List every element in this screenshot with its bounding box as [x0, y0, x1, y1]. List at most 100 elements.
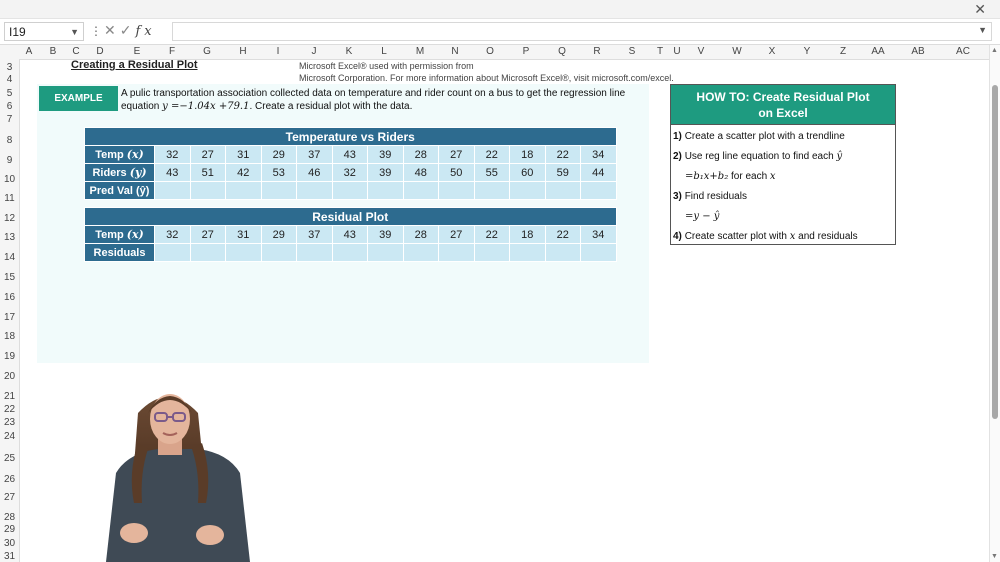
row-header[interactable]: 17: [0, 312, 19, 323]
column-header[interactable]: AB: [906, 45, 930, 59]
column-header[interactable]: V: [689, 45, 713, 59]
residual-cell[interactable]: [225, 243, 262, 262]
column-header[interactable]: F: [160, 45, 184, 59]
residual-cell[interactable]: [438, 243, 475, 262]
column-header[interactable]: X: [760, 45, 784, 59]
riders-cell[interactable]: 50: [438, 163, 475, 182]
column-header[interactable]: H: [231, 45, 255, 59]
name-box[interactable]: I19 ▼: [4, 22, 84, 41]
temp-cell[interactable]: 18: [509, 145, 546, 164]
temp-cell[interactable]: 43: [331, 145, 368, 164]
temp-cell[interactable]: 27: [438, 145, 475, 164]
temp-cell[interactable]: 22: [473, 145, 510, 164]
temp-cell[interactable]: 39: [367, 145, 404, 164]
row-header[interactable]: 25: [0, 453, 19, 464]
column-header[interactable]: M: [408, 45, 432, 59]
temp-cell[interactable]: 34: [580, 145, 617, 164]
cancel-icon[interactable]: ✕: [104, 22, 120, 38]
pred-cell[interactable]: [296, 181, 333, 200]
formula-input[interactable]: ▼: [172, 22, 992, 41]
column-header[interactable]: G: [195, 45, 219, 59]
row-header[interactable]: 5: [0, 88, 19, 99]
column-header[interactable]: O: [478, 45, 502, 59]
riders-cell[interactable]: 42: [225, 163, 262, 182]
temp-cell[interactable]: 28: [402, 145, 439, 164]
pred-cell[interactable]: [154, 181, 191, 200]
column-header[interactable]: U: [665, 45, 689, 59]
temp-cell[interactable]: 28: [402, 225, 439, 244]
row-header[interactable]: 31: [0, 551, 19, 562]
temp-cell[interactable]: 37: [296, 145, 333, 164]
row-header[interactable]: 14: [0, 252, 19, 263]
riders-cell[interactable]: 51: [189, 163, 226, 182]
row-header[interactable]: 7: [0, 114, 19, 125]
residual-cell[interactable]: [331, 243, 368, 262]
riders-cell[interactable]: 55: [473, 163, 510, 182]
column-header[interactable]: A: [17, 45, 41, 59]
column-header[interactable]: B: [41, 45, 65, 59]
vertical-scrollbar[interactable]: ▲ ▼: [989, 45, 1000, 562]
scroll-up-icon[interactable]: ▲: [991, 47, 998, 54]
row-header[interactable]: 28: [0, 512, 19, 523]
temp-cell[interactable]: 27: [189, 225, 226, 244]
riders-cell[interactable]: 48: [402, 163, 439, 182]
confirm-icon[interactable]: ✓: [120, 22, 136, 38]
pred-cell[interactable]: [509, 181, 546, 200]
pred-cell[interactable]: [331, 181, 368, 200]
row-header[interactable]: 27: [0, 492, 19, 503]
row-header[interactable]: 16: [0, 292, 19, 303]
residual-cell[interactable]: [544, 243, 581, 262]
temp-cell[interactable]: 29: [260, 145, 297, 164]
temp-cell[interactable]: 22: [473, 225, 510, 244]
riders-cell[interactable]: 46: [296, 163, 333, 182]
pred-cell[interactable]: [367, 181, 404, 200]
row-header[interactable]: 19: [0, 351, 19, 362]
expand-formula-icon[interactable]: ▼: [978, 25, 987, 35]
row-header[interactable]: 8: [0, 135, 19, 146]
temp-cell[interactable]: 27: [438, 225, 475, 244]
column-header[interactable]: AC: [951, 45, 975, 59]
column-header[interactable]: R: [585, 45, 609, 59]
row-header[interactable]: 4: [0, 74, 19, 85]
scrollbar-thumb[interactable]: [992, 85, 998, 419]
column-header[interactable]: W: [725, 45, 749, 59]
residual-cell[interactable]: [473, 243, 510, 262]
column-header[interactable]: Z: [831, 45, 855, 59]
riders-cell[interactable]: 59: [544, 163, 581, 182]
riders-cell[interactable]: 39: [367, 163, 404, 182]
temp-cell[interactable]: 22: [544, 145, 581, 164]
pred-cell[interactable]: [580, 181, 617, 200]
temp-cell[interactable]: 22: [544, 225, 581, 244]
row-header[interactable]: 22: [0, 404, 19, 415]
column-header[interactable]: Y: [795, 45, 819, 59]
row-header[interactable]: 15: [0, 272, 19, 283]
column-header[interactable]: P: [514, 45, 538, 59]
close-icon[interactable]: ✕: [974, 0, 986, 18]
row-header[interactable]: 29: [0, 524, 19, 535]
row-header[interactable]: 11: [0, 193, 19, 204]
pred-cell[interactable]: [260, 181, 297, 200]
riders-cell[interactable]: 32: [331, 163, 368, 182]
temp-cell[interactable]: 31: [225, 225, 262, 244]
row-header[interactable]: 30: [0, 538, 19, 549]
row-header[interactable]: 21: [0, 391, 19, 402]
column-header[interactable]: Q: [550, 45, 574, 59]
column-header[interactable]: AA: [866, 45, 890, 59]
residual-cell[interactable]: [580, 243, 617, 262]
temp-cell[interactable]: 37: [296, 225, 333, 244]
column-header[interactable]: I: [266, 45, 290, 59]
pred-cell[interactable]: [225, 181, 262, 200]
temp-cell[interactable]: 18: [509, 225, 546, 244]
residual-cell[interactable]: [367, 243, 404, 262]
pred-cell[interactable]: [402, 181, 439, 200]
insert-function-icon[interactable]: fx: [135, 24, 155, 39]
row-header[interactable]: 13: [0, 232, 19, 243]
residual-cell[interactable]: [402, 243, 439, 262]
riders-cell[interactable]: 44: [580, 163, 617, 182]
column-header[interactable]: J: [302, 45, 326, 59]
temp-cell[interactable]: 43: [331, 225, 368, 244]
riders-cell[interactable]: 60: [509, 163, 546, 182]
temp-cell[interactable]: 29: [260, 225, 297, 244]
column-header[interactable]: N: [443, 45, 467, 59]
pred-cell[interactable]: [544, 181, 581, 200]
